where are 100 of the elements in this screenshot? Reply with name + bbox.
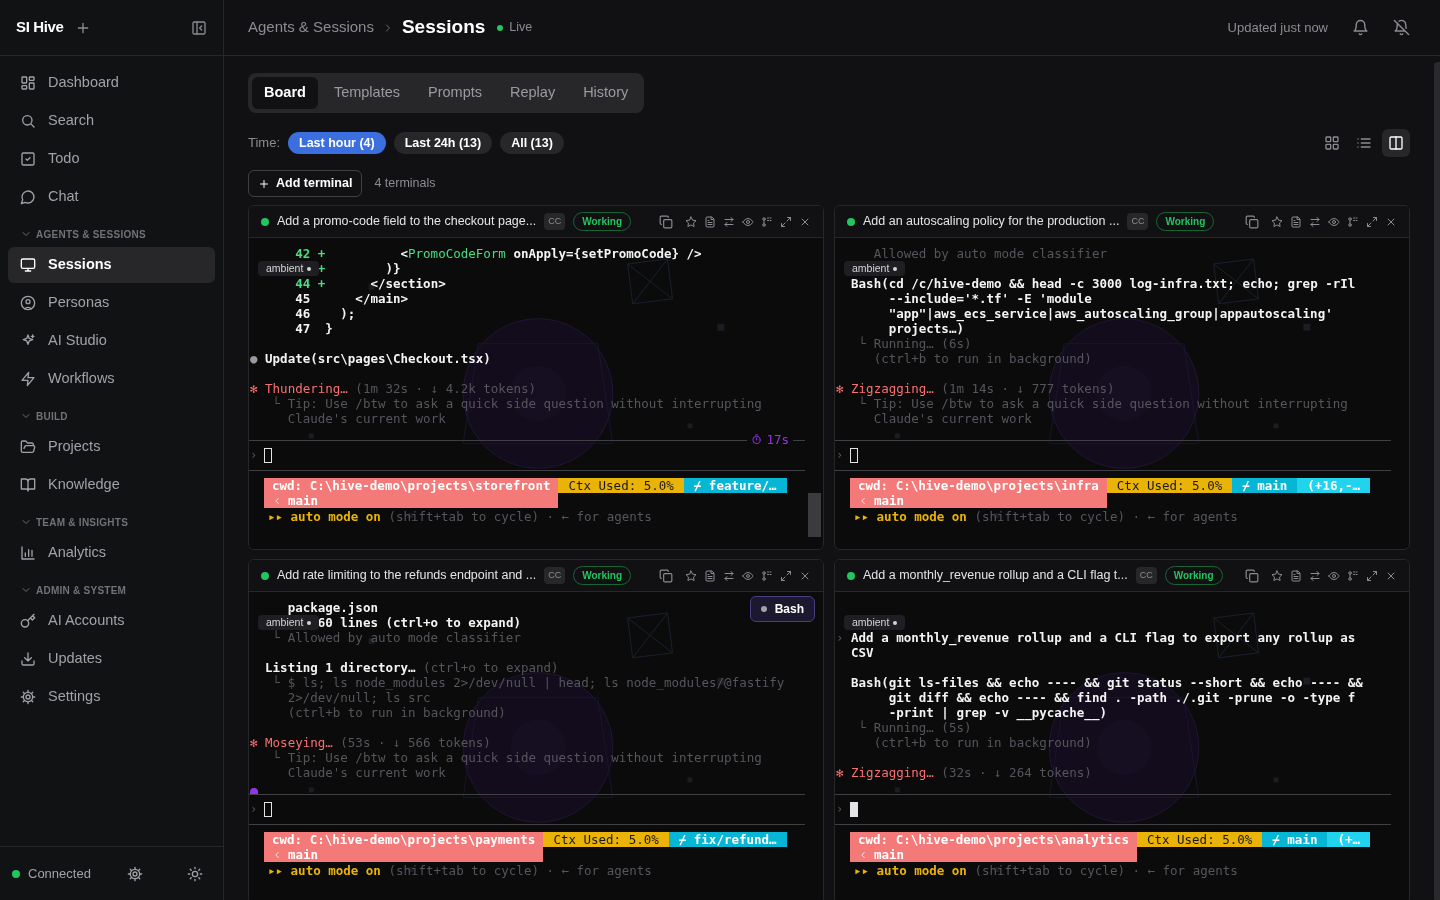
nodes-icon[interactable] (761, 215, 773, 228)
eye-icon[interactable] (1328, 215, 1340, 228)
expand-icon[interactable] (1366, 215, 1378, 228)
eye-icon[interactable] (1328, 569, 1340, 582)
branch-segment: ⌿ main (1262, 832, 1328, 847)
swap-icon[interactable] (723, 569, 735, 582)
terminal-line: Allowed by auto mode classifier (873, 246, 1107, 261)
cwd-branch: main (874, 847, 905, 862)
brand-name: SI Hive (16, 17, 64, 38)
context-segment: Ctx Used: 5.0% (543, 832, 669, 847)
sidebar-item[interactable]: Updates (8, 641, 215, 677)
view-toggle[interactable] (1382, 129, 1410, 157)
copy-icon[interactable] (1245, 568, 1259, 583)
swap-icon[interactable] (1309, 215, 1321, 228)
terminal-line: ✻ Zigzagging… (1m 14s · ↓ 777 tokens) (836, 381, 1115, 396)
text-cursor[interactable] (264, 802, 273, 817)
terminal-line: git diff && echo ---- && find . -path ./.git -prune -o -type f (888, 690, 1356, 705)
breadcrumb-link[interactable]: Agents & Sessions (248, 16, 374, 39)
notifications-button[interactable] (1352, 19, 1369, 36)
star-icon[interactable] (1271, 215, 1283, 228)
section-heading: TEAM & INSIGHTS (36, 515, 129, 530)
timer: 17s (747, 432, 793, 447)
terminal-line: Bash(cd /c/hive-demo && head -c 3000 log-infra.txt; echo; grep -rIl (851, 276, 1356, 291)
eye-icon[interactable] (742, 569, 754, 582)
settings-icon (127, 865, 143, 882)
swap-icon[interactable] (1309, 569, 1321, 582)
terminal-line: (ctrl+b to run in background) (873, 735, 1092, 750)
scrollbar-thumb[interactable] (808, 493, 821, 537)
updated-text: Updated just now (1227, 18, 1328, 37)
folder-icon (20, 439, 36, 455)
sidebar-item[interactable]: Settings (8, 679, 215, 715)
terminal-line: › Add a monthly_revenue rollup and a CLI flag to export any rollup as (836, 630, 1356, 645)
terminal-line: ✻ Thundering… (1m 32s · ↓ 4.2k tokens) (250, 381, 536, 396)
sidebar-item[interactable]: Knowledge (8, 467, 215, 503)
expand-icon[interactable] (1366, 569, 1378, 582)
copy-icon[interactable] (659, 568, 673, 583)
branch-segment: ⌿ fix/refund… (668, 832, 787, 847)
tab[interactable]: Prompts (416, 77, 494, 109)
cwd-path: cwd: C:\hive-demo\projects\payments (272, 832, 536, 847)
expand-icon[interactable] (780, 569, 792, 582)
copy-icon[interactable] (1245, 214, 1259, 229)
columns-view-icon (1388, 135, 1404, 151)
sidebar-item[interactable]: Chat (8, 179, 215, 215)
tab[interactable]: Board (252, 77, 318, 109)
ambient-badge: ambient (258, 615, 320, 630)
copy-icon[interactable] (659, 214, 673, 229)
terminal-title: Add an autoscaling policy for the production ... (863, 213, 1120, 231)
settings-icon (20, 689, 36, 705)
terminal-title: Add rate limiting to the refunds endpoint and ... (277, 567, 537, 585)
theme-button[interactable] (187, 865, 203, 882)
sidebar-item[interactable]: Dashboard (8, 65, 215, 101)
diff-segment: (+16,-… (1297, 478, 1371, 493)
terminal-line: └ $ ls; ls node_modules 2>/dev/null | head; ls node_modules/@fastify (272, 675, 785, 690)
document-icon[interactable] (704, 215, 716, 228)
add-terminal-button[interactable]: Add terminal (248, 170, 363, 197)
tab[interactable]: Replay (498, 77, 568, 109)
eye-icon[interactable] (742, 215, 754, 228)
sidebar-item[interactable]: Personas (8, 285, 215, 321)
terminal-line: 2>/dev/null; ls src (287, 690, 431, 705)
time-filter-chip[interactable]: Last hour (4) (288, 132, 386, 154)
terminal-line: CSV (851, 645, 874, 660)
sidebar-item[interactable]: Workflows (8, 361, 215, 397)
text-cursor[interactable] (850, 448, 859, 463)
document-icon[interactable] (1290, 215, 1302, 228)
tab[interactable]: Templates (321, 77, 412, 109)
nodes-icon[interactable] (1347, 569, 1359, 582)
nodes-icon[interactable] (1347, 215, 1359, 228)
agent-tag: CC (1127, 213, 1149, 230)
section-heading: ADMIN & SYSTEM (36, 583, 127, 598)
cwd-path: cwd: C:\hive-demo\projects\analytics (858, 832, 1129, 847)
sidebar-item[interactable]: Projects (8, 429, 215, 465)
tab[interactable]: History (571, 77, 641, 109)
sidebar-item[interactable]: AI Accounts (8, 603, 215, 639)
expand-icon[interactable] (780, 215, 792, 228)
sidebar-item[interactable]: Search (8, 103, 215, 139)
star-icon[interactable] (685, 215, 697, 228)
star-icon[interactable] (685, 569, 697, 582)
star-icon[interactable] (1271, 569, 1283, 582)
lightning-icon (20, 371, 36, 387)
collapse-sidebar-button[interactable] (191, 19, 207, 36)
swap-icon[interactable] (723, 215, 735, 228)
document-icon[interactable] (704, 569, 716, 582)
sidebar-item[interactable]: Analytics (8, 535, 215, 571)
settings-button[interactable] (127, 865, 143, 882)
text-cursor[interactable] (264, 448, 273, 463)
time-filter-chip[interactable]: Last 24h (13) (393, 132, 493, 154)
ambient-badge: ambient (844, 261, 906, 276)
scrollbar-thumb[interactable] (1434, 62, 1440, 900)
sidebar-item[interactable]: AI Studio (8, 323, 215, 359)
document-icon[interactable] (1290, 569, 1302, 582)
terminal-line: -print | grep -v __pycache__) (888, 705, 1107, 720)
mute-button[interactable] (1393, 19, 1410, 36)
sidebar-item[interactable]: Todo (8, 141, 215, 177)
sidebar-toggle-icon (191, 19, 207, 36)
terminal-line: 44 + </section> (295, 276, 446, 291)
nodes-icon[interactable] (761, 569, 773, 582)
text-cursor[interactable] (850, 802, 859, 817)
terminal-line: └ Tip: Use /btw to ask a quick side question without interrupting (858, 396, 1348, 411)
sidebar-item[interactable]: Sessions (8, 247, 215, 283)
time-filter-chip[interactable]: All (13) (500, 132, 564, 154)
